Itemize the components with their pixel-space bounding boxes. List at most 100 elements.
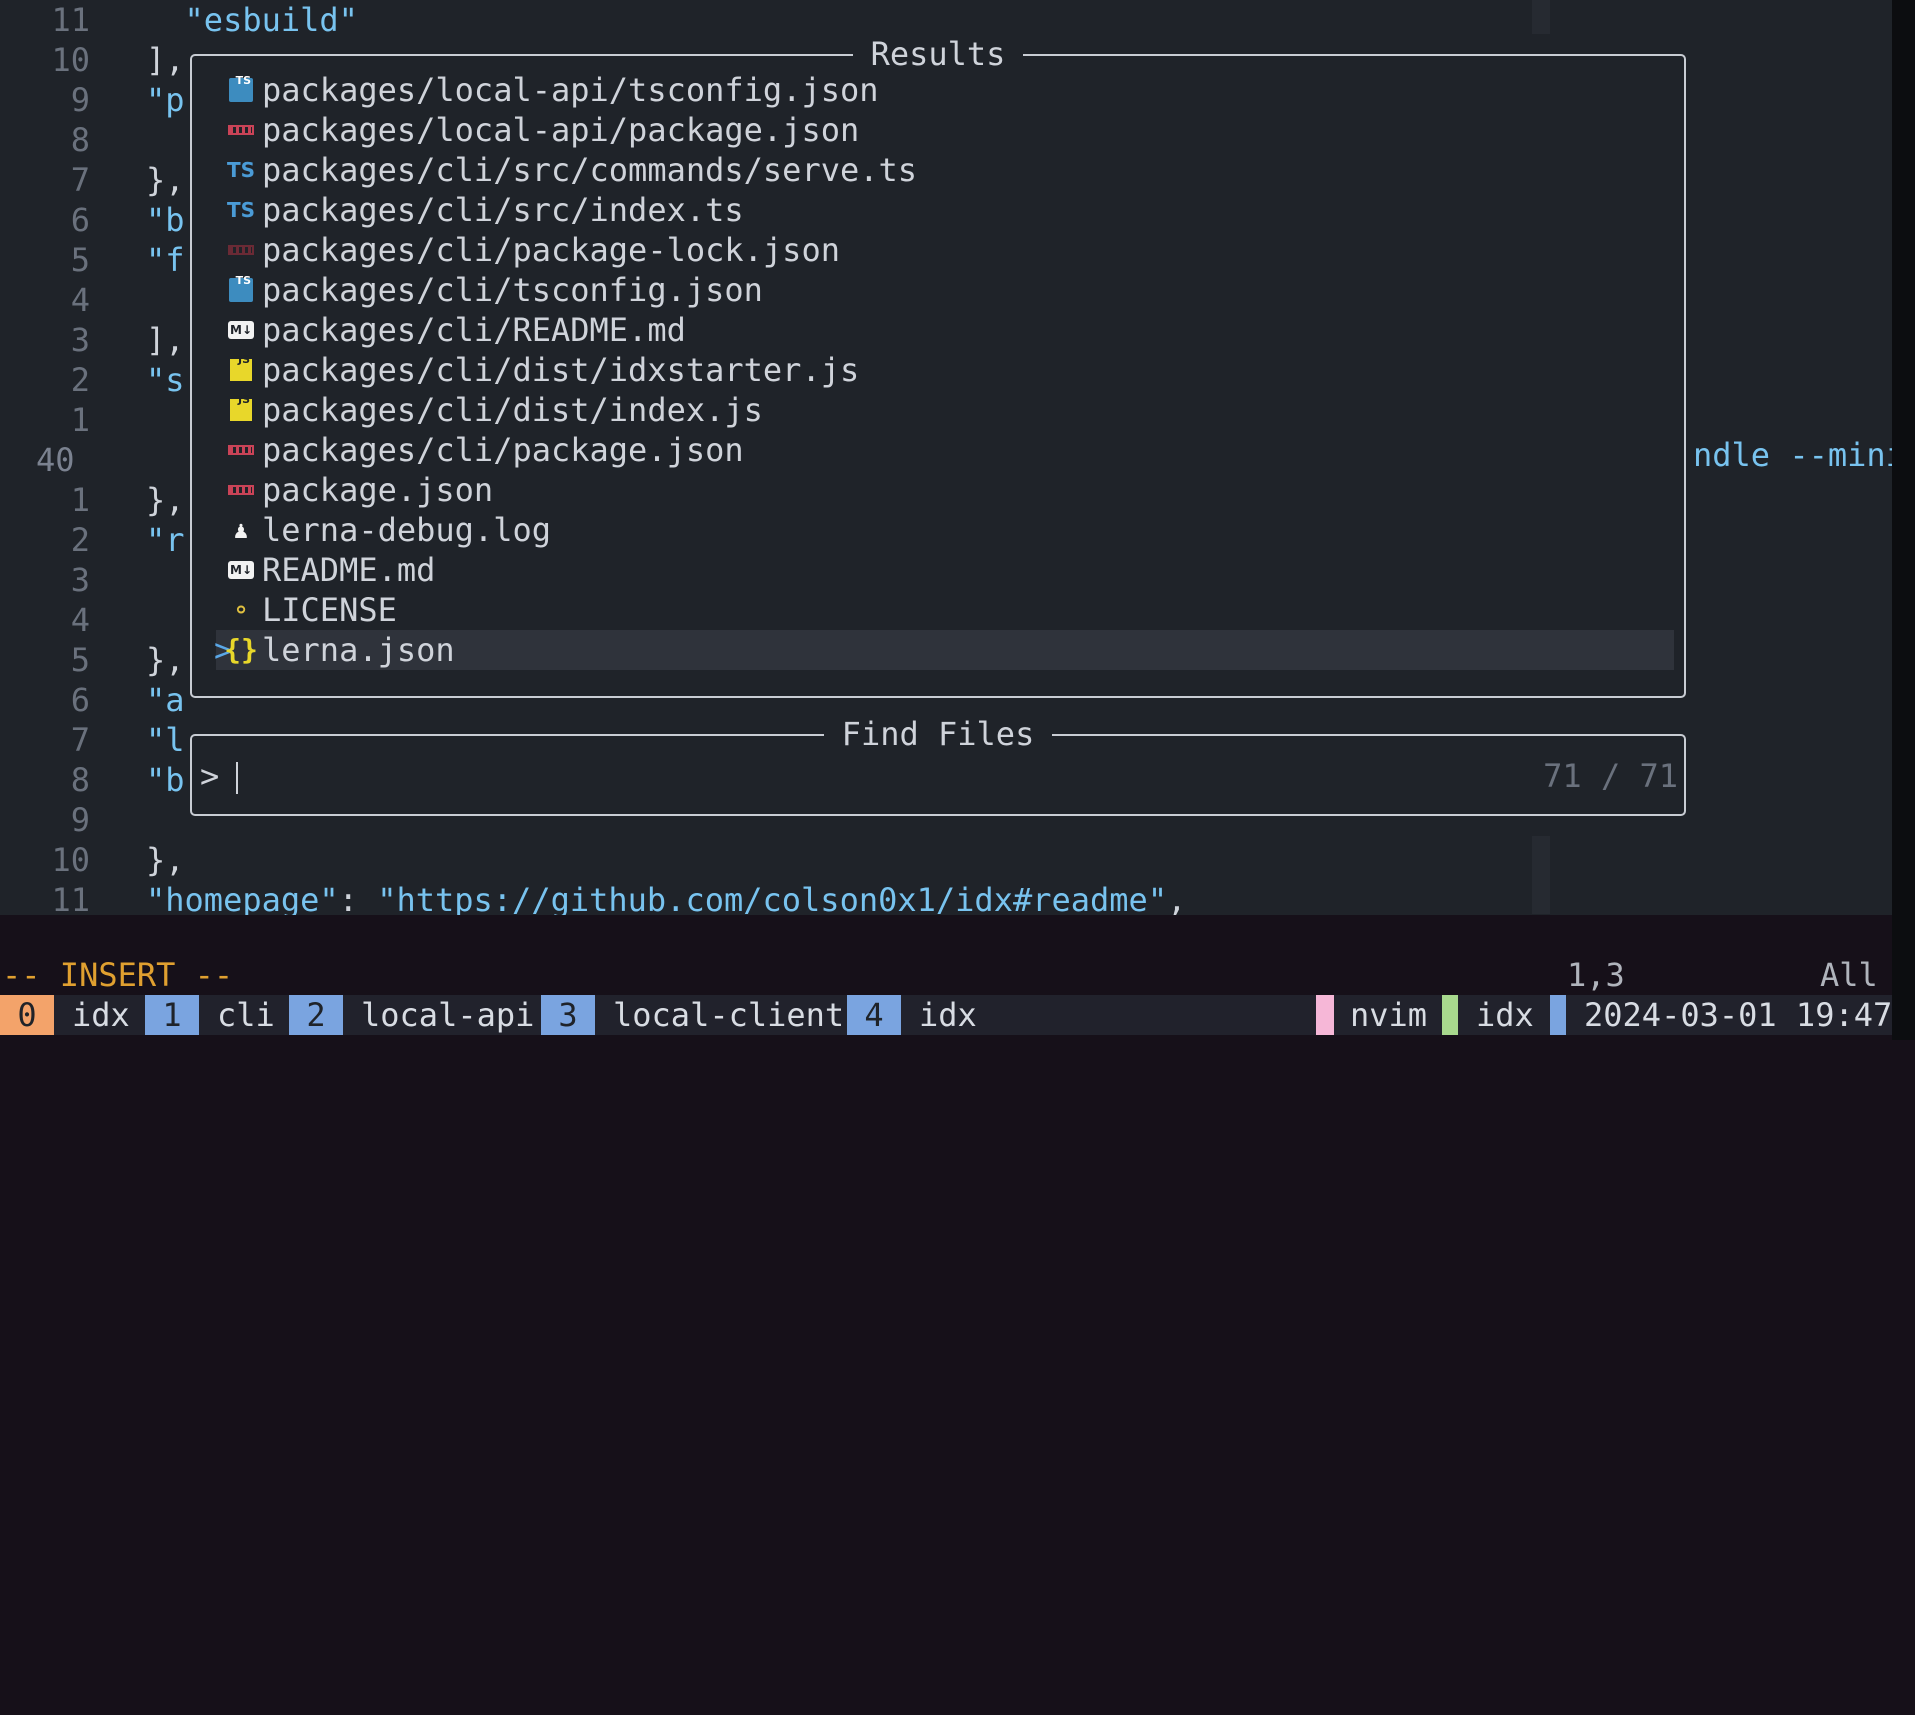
tmux-window-index[interactable]: 3 [541, 995, 595, 1035]
line-number: 7 [70, 161, 90, 199]
line-number: 11 [51, 1, 90, 39]
editor-pane[interactable]: 11 "esbuild" 10], 9 "p 8 7}, 6 "b 5 "f 4 3], 2 "s 1 40 1… [0, 0, 1892, 915]
results-title: Results [192, 34, 1684, 74]
result-path: lerna-debug.log [262, 511, 551, 549]
tmux-window-name[interactable]: local-api [345, 995, 551, 1035]
line-number: 3 [70, 321, 90, 359]
tmux-window-index[interactable]: 0 [0, 995, 54, 1035]
line-number: 9 [70, 801, 90, 839]
session-name: idx [1476, 996, 1534, 1034]
scroll-indicator [1532, 836, 1550, 914]
typescript-icon: TS [226, 198, 256, 222]
line-number: 3 [70, 561, 90, 599]
window-edge [1892, 0, 1915, 1040]
result-item[interactable]: >{} lerna.json [214, 630, 1674, 670]
status-separator [1550, 995, 1566, 1035]
line-number: 2 [70, 361, 90, 399]
result-path: packages/cli/dist/index.js [262, 391, 763, 429]
code-text: }, [146, 161, 185, 199]
result-path: package.json [262, 471, 494, 509]
result-path: LICENSE [262, 591, 397, 629]
line-number: 6 [70, 201, 90, 239]
result-path: packages/cli/package-lock.json [262, 231, 840, 269]
status-separator [1442, 995, 1458, 1035]
line-number: 4 [70, 601, 90, 639]
log-icon: ♟ [233, 516, 249, 544]
npm-lock-icon [228, 238, 254, 262]
code-text: "b [146, 201, 185, 239]
code-text: ], [146, 41, 185, 79]
result-item[interactable]: packages/cli/package-lock.json [216, 230, 1674, 270]
overflow-text: ndle --mini [1693, 436, 1892, 474]
search-input[interactable] [236, 762, 238, 794]
find-files-panel[interactable]: Find Files > 71 / 71 [190, 715, 1686, 816]
scroll-position: All [1820, 956, 1878, 994]
json-icon: {} [224, 633, 258, 666]
result-item[interactable]: TS packages/cli/src/commands/serve.ts [216, 150, 1674, 190]
license-icon: ⚬ [230, 596, 252, 624]
tmux-window-index[interactable]: 4 [847, 995, 901, 1035]
line-number: 2 [70, 521, 90, 559]
status-separator [1316, 995, 1334, 1035]
npm-icon [228, 438, 254, 462]
javascript-icon: JS [228, 353, 254, 382]
result-item[interactable]: packages/cli/package.json [216, 430, 1674, 470]
code-text: "b [146, 761, 185, 799]
result-item[interactable]: M↓ packages/cli/README.md [216, 310, 1674, 350]
code-text: }, [146, 641, 185, 679]
line-number: 5 [70, 241, 90, 279]
javascript-icon: JS [228, 393, 254, 422]
command-line: -- INSERT -- 1,3 All [0, 955, 1892, 995]
result-item[interactable]: ⚬ LICENSE [216, 590, 1674, 630]
result-path: README.md [262, 551, 436, 589]
result-item[interactable]: package.json [216, 470, 1674, 510]
tmux-window-index[interactable]: 2 [289, 995, 343, 1035]
line-number: 8 [70, 761, 90, 799]
tmux-window-name[interactable]: local-client [597, 995, 863, 1035]
find-files-title: Find Files [192, 714, 1684, 754]
code-text: }, [146, 481, 185, 519]
results-panel: Results TS packages/local-api/tsconfig.js… [190, 35, 1686, 698]
result-item[interactable]: JS packages/cli/dist/index.js [216, 390, 1674, 430]
result-item[interactable]: TS packages/cli/src/index.ts [216, 190, 1674, 230]
result-path: packages/cli/README.md [262, 311, 686, 349]
code-text: "a [146, 681, 185, 719]
result-path: packages/cli/src/commands/serve.ts [262, 151, 918, 189]
code-text: }, [146, 841, 185, 879]
tmux-window-name[interactable]: cli [201, 995, 303, 1035]
result-item[interactable]: packages/local-api/package.json [216, 110, 1674, 150]
line-number: 1 [70, 401, 90, 439]
code-text: "p [146, 81, 185, 119]
result-counter: 71 / 71 [1543, 757, 1678, 795]
line-number: 10 [51, 841, 90, 879]
result-path: lerna.json [262, 631, 455, 669]
result-item[interactable]: JS packages/cli/dist/idxstarter.js [216, 350, 1674, 390]
result-item[interactable]: M↓ README.md [216, 550, 1674, 590]
result-path: packages/cli/dist/idxstarter.js [262, 351, 860, 389]
typescript-config-icon: TS [228, 274, 254, 302]
line-number: 11 [51, 881, 90, 915]
tmux-window-index[interactable]: 1 [145, 995, 199, 1035]
line-number: 10 [51, 41, 90, 79]
typescript-config-icon: TS [228, 74, 254, 102]
result-path: packages/cli/tsconfig.json [262, 271, 763, 309]
tmux-window-name[interactable]: idx [903, 995, 1005, 1035]
line-number: 40 [36, 441, 75, 479]
npm-icon [228, 478, 254, 502]
code-text: ], [146, 321, 185, 359]
result-path: packages/cli/package.json [262, 431, 744, 469]
result-item[interactable]: TS packages/cli/tsconfig.json [216, 270, 1674, 310]
result-item[interactable]: TS packages/local-api/tsconfig.json [216, 70, 1674, 110]
scroll-indicator [1532, 0, 1550, 34]
line-number: 8 [70, 121, 90, 159]
result-item[interactable]: ♟ lerna-debug.log [216, 510, 1674, 550]
cursor-position: 1,3 [1567, 956, 1625, 994]
code-text: "l [146, 721, 185, 759]
program-name: nvim [1350, 996, 1428, 1034]
result-path: packages/local-api/tsconfig.json [262, 71, 879, 109]
line-number: 7 [70, 721, 90, 759]
line-number: 9 [70, 81, 90, 119]
mode-indicator: -- INSERT -- [2, 956, 234, 994]
result-path: packages/local-api/package.json [262, 111, 860, 149]
tmux-status-bar: 0 idx 1 cli 2 local-api 3 local-client 4… [0, 995, 1892, 1035]
